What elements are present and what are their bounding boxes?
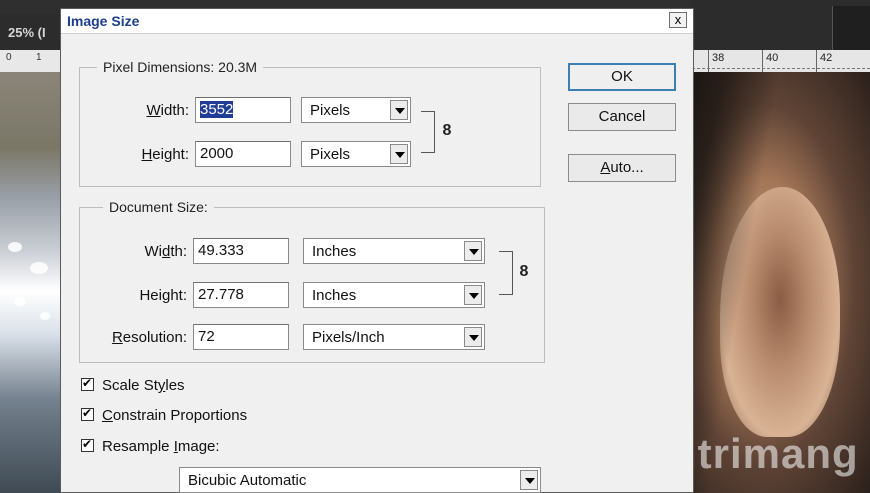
ruler-label: 0 bbox=[6, 52, 12, 63]
document-height-input[interactable]: 27.778 bbox=[193, 282, 289, 308]
pixel-width-unit: Pixels bbox=[310, 102, 351, 119]
checkbox-checked-icon[interactable] bbox=[81, 376, 94, 391]
resample-method-select[interactable]: Bicubic Automatic bbox=[179, 467, 541, 493]
constrain-proportions-checkbox[interactable]: Constrain Proportions bbox=[81, 406, 247, 424]
dialog-titlebar[interactable]: Image Size x bbox=[61, 9, 693, 34]
ruler-label: 38 bbox=[712, 52, 725, 64]
chain-link-icon: 8 bbox=[442, 122, 452, 139]
document-tab[interactable]: 25% (I bbox=[0, 14, 62, 50]
checkbox-checked-icon[interactable] bbox=[81, 406, 94, 421]
chevron-down-icon[interactable] bbox=[464, 327, 482, 347]
resample-method: Bicubic Automatic bbox=[188, 472, 307, 489]
chain-link-icon: 8 bbox=[519, 263, 529, 280]
horizontal-ruler-left: 0 1 bbox=[0, 50, 62, 73]
document-tab-label: 25% (I bbox=[8, 25, 46, 40]
pixel-height-input[interactable]: 2000 bbox=[195, 141, 291, 167]
ruler-label: 42 bbox=[820, 52, 833, 64]
chevron-down-icon[interactable] bbox=[464, 241, 482, 261]
ruler-label: 40 bbox=[766, 52, 779, 64]
pixel-height-unit-select[interactable]: Pixels bbox=[301, 141, 411, 167]
canvas-photo-left bbox=[0, 72, 62, 493]
panel-collapse-box[interactable] bbox=[832, 6, 870, 50]
document-size-legend: Document Size: bbox=[103, 199, 214, 215]
document-width-unit: Inches bbox=[312, 243, 357, 260]
scale-styles-checkbox[interactable]: Scale Styles bbox=[81, 376, 185, 394]
resolution-unit: Pixels/Inch bbox=[312, 329, 385, 346]
document-height-unit-select[interactable]: Inches bbox=[303, 282, 485, 308]
document-height-unit: Inches bbox=[312, 287, 357, 304]
pixel-dimensions-group bbox=[79, 67, 541, 187]
pixel-height-unit: Pixels bbox=[310, 146, 351, 163]
pixel-link-bracket bbox=[421, 111, 435, 153]
document-width-label: Width: bbox=[144, 243, 187, 260]
chevron-down-icon[interactable] bbox=[520, 470, 538, 490]
pixel-width-unit-select[interactable]: Pixels bbox=[301, 97, 411, 123]
close-icon: x bbox=[674, 12, 682, 27]
horizontal-ruler-right: 38 40 42 bbox=[692, 50, 870, 73]
document-height-label: Height: bbox=[139, 287, 187, 304]
cancel-button[interactable]: Cancel bbox=[568, 103, 676, 131]
checkbox-checked-icon[interactable] bbox=[81, 437, 94, 452]
document-width-unit-select[interactable]: Inches bbox=[303, 238, 485, 264]
auto-button[interactable]: Auto... bbox=[568, 154, 676, 182]
resolution-label: Resolution: bbox=[111, 329, 187, 346]
resolution-input[interactable]: 72 bbox=[193, 324, 289, 350]
dialog-title: Image Size bbox=[67, 13, 140, 29]
pixel-dimensions-legend: Pixel Dimensions: 20.3M bbox=[97, 59, 264, 75]
chevron-down-icon[interactable] bbox=[390, 100, 408, 120]
pixel-width-label: Width: bbox=[146, 102, 189, 119]
pixel-height-label: Height: bbox=[141, 146, 189, 163]
document-link-bracket bbox=[499, 251, 513, 295]
document-width-input[interactable]: 49.333 bbox=[193, 238, 289, 264]
resample-image-checkbox[interactable]: Resample Image: bbox=[81, 437, 220, 455]
ruler-label: 1 bbox=[36, 52, 42, 63]
chevron-down-icon[interactable] bbox=[464, 285, 482, 305]
close-button[interactable]: x bbox=[669, 12, 687, 28]
chevron-down-icon[interactable] bbox=[390, 144, 408, 164]
pixel-width-input[interactable]: 3552 bbox=[195, 97, 291, 123]
image-size-dialog: Image Size x Pixel Dimensions: 20.3M Wid… bbox=[60, 8, 694, 493]
ok-button[interactable]: OK bbox=[568, 63, 676, 91]
resolution-unit-select[interactable]: Pixels/Inch bbox=[303, 324, 485, 350]
